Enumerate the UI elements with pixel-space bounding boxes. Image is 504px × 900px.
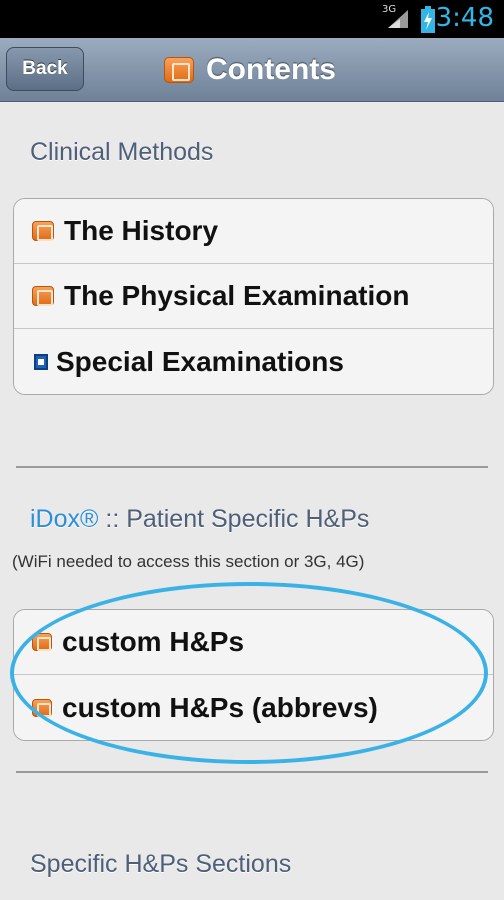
book-icon	[32, 698, 52, 717]
book-icon	[32, 221, 54, 241]
section-header-specific-hps: Specific H&Ps Sections	[30, 850, 292, 878]
square-icon	[34, 353, 48, 370]
wifi-note: (WiFi needed to access this section or 3…	[12, 552, 365, 571]
navigation-bar: Back Contents	[0, 38, 504, 102]
list-item-physical-examination[interactable]: The Physical Examination	[14, 264, 493, 329]
idox-header-text: :: Patient Specific H&Ps	[98, 505, 370, 533]
list-item-label: custom H&Ps	[62, 626, 245, 657]
battery-charging-icon	[421, 6, 435, 33]
page-title: Contents	[164, 50, 336, 90]
section-header-idox: iDox® :: Patient Specific H&Ps	[30, 505, 369, 534]
idox-list: custom H&Ps custom H&Ps (abbrevs)	[13, 609, 494, 741]
book-icon	[164, 57, 194, 83]
book-icon	[32, 286, 54, 306]
clinical-methods-list: The History The Physical Examination Spe…	[13, 198, 494, 395]
signal-icon	[388, 10, 408, 28]
status-bar: 3G 3:48	[0, 0, 504, 38]
list-item-label: Special Examinations	[56, 345, 344, 377]
list-item-custom-hps[interactable]: custom H&Ps	[14, 610, 493, 675]
back-button[interactable]: Back	[6, 47, 84, 91]
list-item-custom-hps-abbrevs[interactable]: custom H&Ps (abbrevs)	[14, 675, 493, 740]
section-divider	[16, 771, 488, 773]
section-divider	[16, 466, 488, 468]
list-item-label: The History	[64, 215, 219, 246]
page-title-text: Contents	[206, 53, 336, 86]
list-item-label: The Physical Examination	[64, 280, 410, 311]
list-item-history[interactable]: The History	[14, 199, 493, 264]
list-item-special-examinations[interactable]: Special Examinations	[14, 329, 493, 394]
list-item-label: custom H&Ps (abbrevs)	[62, 691, 378, 723]
book-icon	[32, 633, 52, 651]
clock: 3:48	[435, 3, 494, 33]
section-header-clinical-methods: Clinical Methods	[30, 138, 214, 166]
idox-brand: iDox®	[30, 505, 99, 533]
